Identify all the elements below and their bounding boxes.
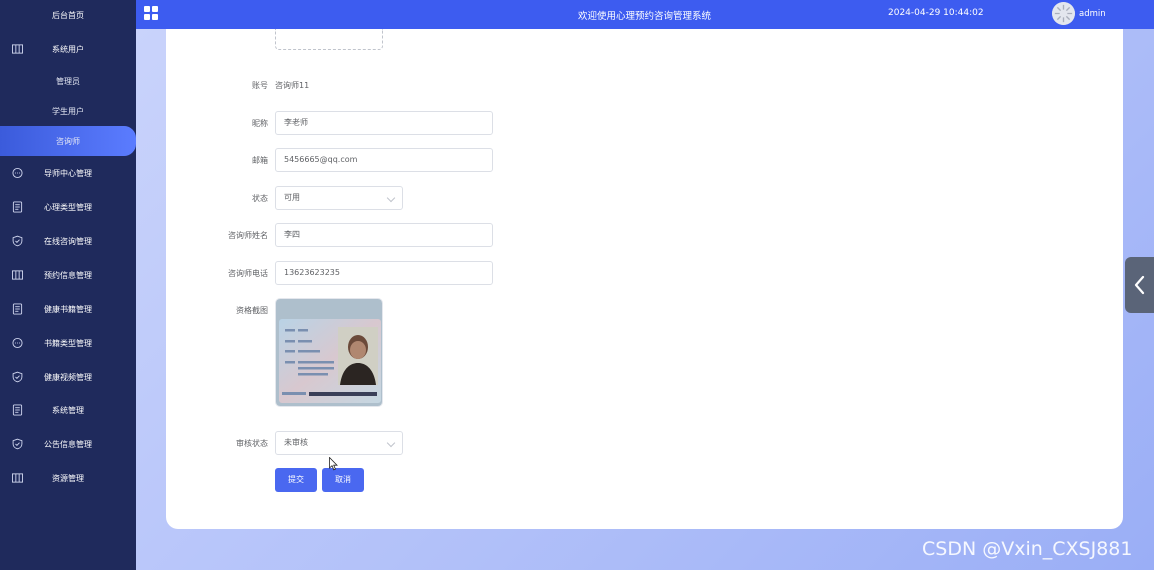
nickname-label: 昵称 bbox=[252, 119, 268, 128]
sidebar-item-announcements[interactable]: 公告信息管理 bbox=[0, 429, 136, 459]
main-content: 账号 咨询师11 昵称 李老师 邮箱 5456665@qq.com 状态 可用 … bbox=[136, 29, 1154, 570]
sidebar: 后台首页 系统用户 管理员 学生用户 咨询师 导师中心管理 心理类型管理 在线咨… bbox=[0, 0, 136, 570]
account-label: 账号 bbox=[252, 81, 268, 90]
sidebar-item-system-settings[interactable]: 系统管理 bbox=[0, 395, 136, 425]
sidebar-item-counselor[interactable]: 咨询师 bbox=[0, 126, 136, 156]
counselor-phone-field[interactable]: 13623623235 bbox=[275, 261, 493, 285]
status-label: 状态 bbox=[252, 194, 268, 203]
chevron-down-icon bbox=[386, 438, 396, 448]
status-select[interactable]: 可用 bbox=[275, 186, 403, 210]
sidebar-item-label: 健康视频管理 bbox=[44, 372, 92, 382]
form-card: 账号 咨询师11 昵称 李老师 邮箱 5456665@qq.com 状态 可用 … bbox=[166, 29, 1123, 529]
columns-icon bbox=[12, 44, 23, 54]
sidebar-item-system-users[interactable]: 系统用户 bbox=[0, 34, 136, 64]
mouse-cursor-icon bbox=[329, 457, 338, 471]
sidebar-item-label: 系统用户 bbox=[52, 44, 84, 54]
sidebar-item-label: 导师中心管理 bbox=[44, 168, 92, 178]
submit-button[interactable]: 提交 bbox=[275, 468, 317, 492]
sidebar-item-label: 公告信息管理 bbox=[44, 439, 92, 449]
header-datetime: 2024-04-29 10:44:02 bbox=[888, 8, 984, 18]
sidebar-item-mentor-center[interactable]: 导师中心管理 bbox=[0, 158, 136, 188]
columns-icon bbox=[12, 473, 23, 483]
sidebar-item-online-consult[interactable]: 在线咨询管理 bbox=[0, 226, 136, 256]
chat-icon bbox=[12, 337, 23, 349]
avatar[interactable] bbox=[1052, 2, 1075, 25]
document-icon bbox=[12, 404, 23, 416]
side-collapse-tab[interactable] bbox=[1125, 257, 1154, 313]
audit-status-select[interactable]: 未审核 bbox=[275, 431, 403, 455]
id-card-photo bbox=[276, 299, 382, 406]
sidebar-item-admin[interactable]: 管理员 bbox=[0, 66, 136, 96]
sidebar-item-label: 健康书籍管理 bbox=[44, 304, 92, 314]
sidebar-item-home[interactable]: 后台首页 bbox=[0, 0, 136, 30]
cancel-button[interactable]: 取消 bbox=[322, 468, 364, 492]
sidebar-item-label: 资源管理 bbox=[52, 473, 84, 483]
header-username[interactable]: admin bbox=[1079, 9, 1106, 19]
grid-menu-icon[interactable] bbox=[144, 6, 158, 20]
chevron-down-icon bbox=[386, 193, 396, 203]
sidebar-item-label: 书籍类型管理 bbox=[44, 338, 92, 348]
chevron-left-icon bbox=[1134, 275, 1145, 295]
nickname-field[interactable]: 李老师 bbox=[275, 111, 493, 135]
email-label: 邮箱 bbox=[252, 156, 268, 165]
shield-icon bbox=[12, 235, 23, 247]
shield-icon bbox=[12, 438, 23, 450]
sidebar-item-psych-types[interactable]: 心理类型管理 bbox=[0, 192, 136, 222]
audit-status-value: 未审核 bbox=[284, 438, 308, 447]
audit-status-label: 审核状态 bbox=[236, 439, 268, 448]
status-select-value: 可用 bbox=[284, 193, 300, 202]
top-header: 欢迎使用心理预约咨询管理系统 2024-04-29 10:44:02 admin bbox=[136, 0, 1154, 29]
certificate-label: 资格截图 bbox=[236, 306, 268, 315]
account-value: 咨询师11 bbox=[275, 81, 310, 90]
sidebar-item-label: 学生用户 bbox=[52, 106, 84, 116]
sidebar-item-book-types[interactable]: 书籍类型管理 bbox=[0, 328, 136, 358]
watermark: CSDN @Vxin_CXSJ881 bbox=[922, 538, 1133, 560]
sidebar-item-label: 在线咨询管理 bbox=[44, 236, 92, 246]
columns-icon bbox=[12, 270, 23, 280]
sidebar-item-label: 系统管理 bbox=[52, 405, 84, 415]
certificate-image[interactable] bbox=[275, 298, 383, 407]
sidebar-item-students[interactable]: 学生用户 bbox=[0, 96, 136, 126]
email-field[interactable]: 5456665@qq.com bbox=[275, 148, 493, 172]
sidebar-item-label: 咨询师 bbox=[56, 136, 80, 146]
sidebar-item-label: 预约信息管理 bbox=[44, 270, 92, 280]
avatar-icon bbox=[1052, 2, 1075, 25]
sidebar-item-appointments[interactable]: 预约信息管理 bbox=[0, 260, 136, 290]
counselor-name-field[interactable]: 李四 bbox=[275, 223, 493, 247]
sidebar-item-label: 心理类型管理 bbox=[44, 202, 92, 212]
sidebar-item-health-videos[interactable]: 健康视频管理 bbox=[0, 362, 136, 392]
chat-icon bbox=[12, 167, 23, 179]
shield-icon bbox=[12, 371, 23, 383]
sidebar-item-health-books[interactable]: 健康书籍管理 bbox=[0, 294, 136, 324]
avatar-upload-box[interactable] bbox=[275, 29, 383, 50]
header-title: 欢迎使用心理预约咨询管理系统 bbox=[578, 11, 712, 22]
counselor-phone-label: 咨询师电话 bbox=[228, 269, 268, 278]
document-icon bbox=[12, 201, 23, 213]
document-icon bbox=[12, 303, 23, 315]
sidebar-item-label: 管理员 bbox=[56, 76, 80, 86]
sidebar-item-label: 后台首页 bbox=[52, 10, 84, 20]
sidebar-item-resources[interactable]: 资源管理 bbox=[0, 463, 136, 493]
counselor-name-label: 咨询师姓名 bbox=[228, 231, 268, 240]
